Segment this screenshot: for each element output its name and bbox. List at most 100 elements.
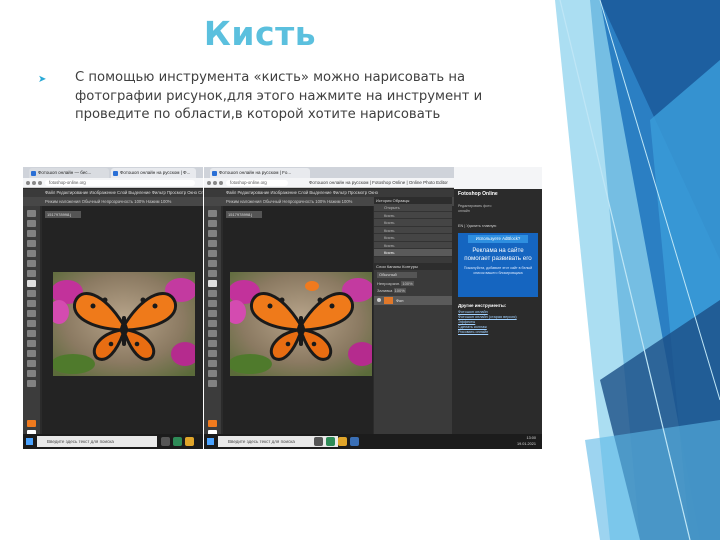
pen-tool-icon[interactable] — [27, 340, 36, 347]
history-item[interactable]: Открыть — [374, 204, 452, 212]
eraser-tool-icon[interactable] — [27, 300, 36, 307]
folder-taskbar-icon[interactable] — [185, 437, 194, 446]
hand-tool-icon[interactable] — [208, 370, 217, 377]
fill-tool-icon[interactable] — [27, 310, 36, 317]
zoom-tool-icon[interactable] — [208, 380, 217, 387]
toolbox — [23, 206, 40, 437]
foreground-color-swatch[interactable] — [27, 420, 36, 427]
layer-row[interactable]: Фон — [374, 295, 452, 305]
fill-tool-icon[interactable] — [208, 310, 217, 317]
reload-icon[interactable] — [219, 181, 223, 185]
adblock-label: Используете AdBlock? — [468, 235, 528, 243]
store-taskbar-icon[interactable] — [350, 437, 359, 446]
side-panels: История Образцы Открыть Кисть Кисть Кист… — [374, 197, 452, 434]
document-tab[interactable]: 1517978998.j — [226, 211, 262, 218]
other-tools-heading: Другие инструменты: — [458, 303, 507, 308]
wand-tool-icon[interactable] — [27, 240, 36, 247]
windows-start-icon[interactable] — [26, 438, 33, 445]
hand-tool-icon[interactable] — [27, 370, 36, 377]
app-menu-bar[interactable]: Файл Редактирование Изображение Слой Выд… — [204, 189, 454, 197]
layers-panel-tabs[interactable]: Слои Каналы Контуры — [374, 262, 452, 270]
butterfly-photo — [53, 272, 195, 376]
language-link[interactable]: EN | Удалить главную — [458, 224, 496, 228]
eyedropper-tool-icon[interactable] — [27, 260, 36, 267]
text-tool-icon[interactable] — [208, 350, 217, 357]
blur-tool-icon[interactable] — [27, 320, 36, 327]
lasso-tool-icon[interactable] — [208, 230, 217, 237]
url-field[interactable]: fotoshop-online.org — [226, 180, 288, 186]
tool-link[interactable]: Рисовать онлайн — [458, 330, 538, 335]
canvas-area[interactable]: 1517978998.j — [223, 206, 373, 434]
move-tool-icon[interactable] — [208, 210, 217, 217]
opacity-value[interactable]: 100% — [401, 280, 414, 286]
crop-tool-icon[interactable] — [27, 250, 36, 257]
shape-tool-icon[interactable] — [208, 360, 217, 367]
windows-start-icon[interactable] — [207, 438, 214, 445]
lasso-tool-icon[interactable] — [27, 230, 36, 237]
eye-icon[interactable] — [377, 297, 381, 302]
system-clock: 13:00 19.01.2021 — [517, 435, 536, 447]
browser-taskbar-icon[interactable] — [173, 437, 182, 446]
heal-tool-icon[interactable] — [208, 270, 217, 277]
sidebar-brand-sub: Редактировать фото онлайн — [458, 204, 492, 213]
forward-icon[interactable] — [213, 181, 217, 185]
pen-tool-icon[interactable] — [208, 340, 217, 347]
document-tab[interactable]: 1517978998.j — [45, 211, 81, 218]
marquee-tool-icon[interactable] — [208, 220, 217, 227]
browser-tab-active[interactable]: Фотошоп онлайн на русском | Fo... — [210, 168, 310, 178]
dodge-tool-icon[interactable] — [27, 330, 36, 337]
tool-options-bar[interactable]: Режим наложения Обычный Непрозрачность 1… — [23, 197, 203, 206]
browser-taskbar-icon[interactable] — [326, 437, 335, 446]
brush-tool-icon[interactable] — [208, 280, 217, 287]
text-tool-icon[interactable] — [27, 350, 36, 357]
brush-tool-icon[interactable] — [27, 280, 36, 287]
history-item[interactable]: Кисть — [374, 219, 452, 227]
blend-select[interactable]: Обычный — [377, 271, 417, 278]
crop-tool-icon[interactable] — [208, 250, 217, 257]
screenshot-before: Фотошоп онлайн — бес... Фотошоп онлайн н… — [23, 167, 203, 449]
dodge-tool-icon[interactable] — [208, 330, 217, 337]
shape-tool-icon[interactable] — [27, 360, 36, 367]
blur-tool-icon[interactable] — [208, 320, 217, 327]
eraser-tool-icon[interactable] — [208, 300, 217, 307]
slide-title: Кисть — [203, 14, 317, 53]
url-field[interactable]: fotoshop-online.org — [45, 180, 195, 186]
history-item[interactable]: Кисть — [374, 234, 452, 242]
history-panel-tabs[interactable]: История Образцы — [374, 197, 452, 204]
heal-tool-icon[interactable] — [27, 270, 36, 277]
clone-tool-icon[interactable] — [27, 290, 36, 297]
history-item[interactable]: Кисть — [374, 211, 452, 219]
task-view-icon[interactable] — [161, 437, 170, 446]
move-tool-icon[interactable] — [27, 210, 36, 217]
back-icon[interactable] — [26, 181, 30, 185]
task-view-icon[interactable] — [314, 437, 323, 446]
folder-taskbar-icon[interactable] — [338, 437, 347, 446]
adblock-banner[interactable]: Используете AdBlock? Реклама на сайте по… — [458, 233, 538, 297]
fill-value[interactable]: 100% — [393, 287, 406, 293]
clone-tool-icon[interactable] — [208, 290, 217, 297]
canvas-area[interactable]: 1517978998.j — [42, 206, 203, 434]
screenshot-after: Фотошоп онлайн на русском | Fo... fotosh… — [204, 167, 542, 449]
slide: Кисть ➤ С помощью инструмента «кисть» мо… — [0, 0, 720, 540]
foreground-color-swatch[interactable] — [208, 420, 217, 427]
history-item[interactable]: Кисть — [374, 226, 452, 234]
taskbar-search[interactable]: Введите здесь текст для поиска — [37, 436, 157, 447]
butterfly-photo-painted — [230, 272, 372, 376]
wand-tool-icon[interactable] — [208, 240, 217, 247]
app-menu-bar[interactable]: Файл Редактирование Изображение Слой Выд… — [23, 189, 203, 197]
site-sidebar: Fotoshop Online Редактировать фото онлай… — [454, 167, 542, 434]
opacity-row: Непрозрачн. 100% — [374, 280, 452, 287]
eyedropper-tool-icon[interactable] — [208, 260, 217, 267]
marquee-tool-icon[interactable] — [27, 220, 36, 227]
zoom-tool-icon[interactable] — [27, 380, 36, 387]
history-item[interactable]: Кисть — [374, 249, 452, 257]
fill-row: Заливка 100% — [374, 287, 452, 294]
browser-tab[interactable]: Фотошоп онлайн — бес... — [29, 168, 109, 178]
sidebar-brand[interactable]: Fotoshop Online — [458, 191, 498, 197]
forward-icon[interactable] — [32, 181, 36, 185]
back-icon[interactable] — [207, 181, 211, 185]
reload-icon[interactable] — [38, 181, 42, 185]
opacity-label: Непрозрачн. — [377, 280, 401, 286]
browser-tab-active[interactable]: Фотошоп онлайн на русском | Ф... — [111, 168, 196, 178]
history-item[interactable]: Кисть — [374, 241, 452, 249]
